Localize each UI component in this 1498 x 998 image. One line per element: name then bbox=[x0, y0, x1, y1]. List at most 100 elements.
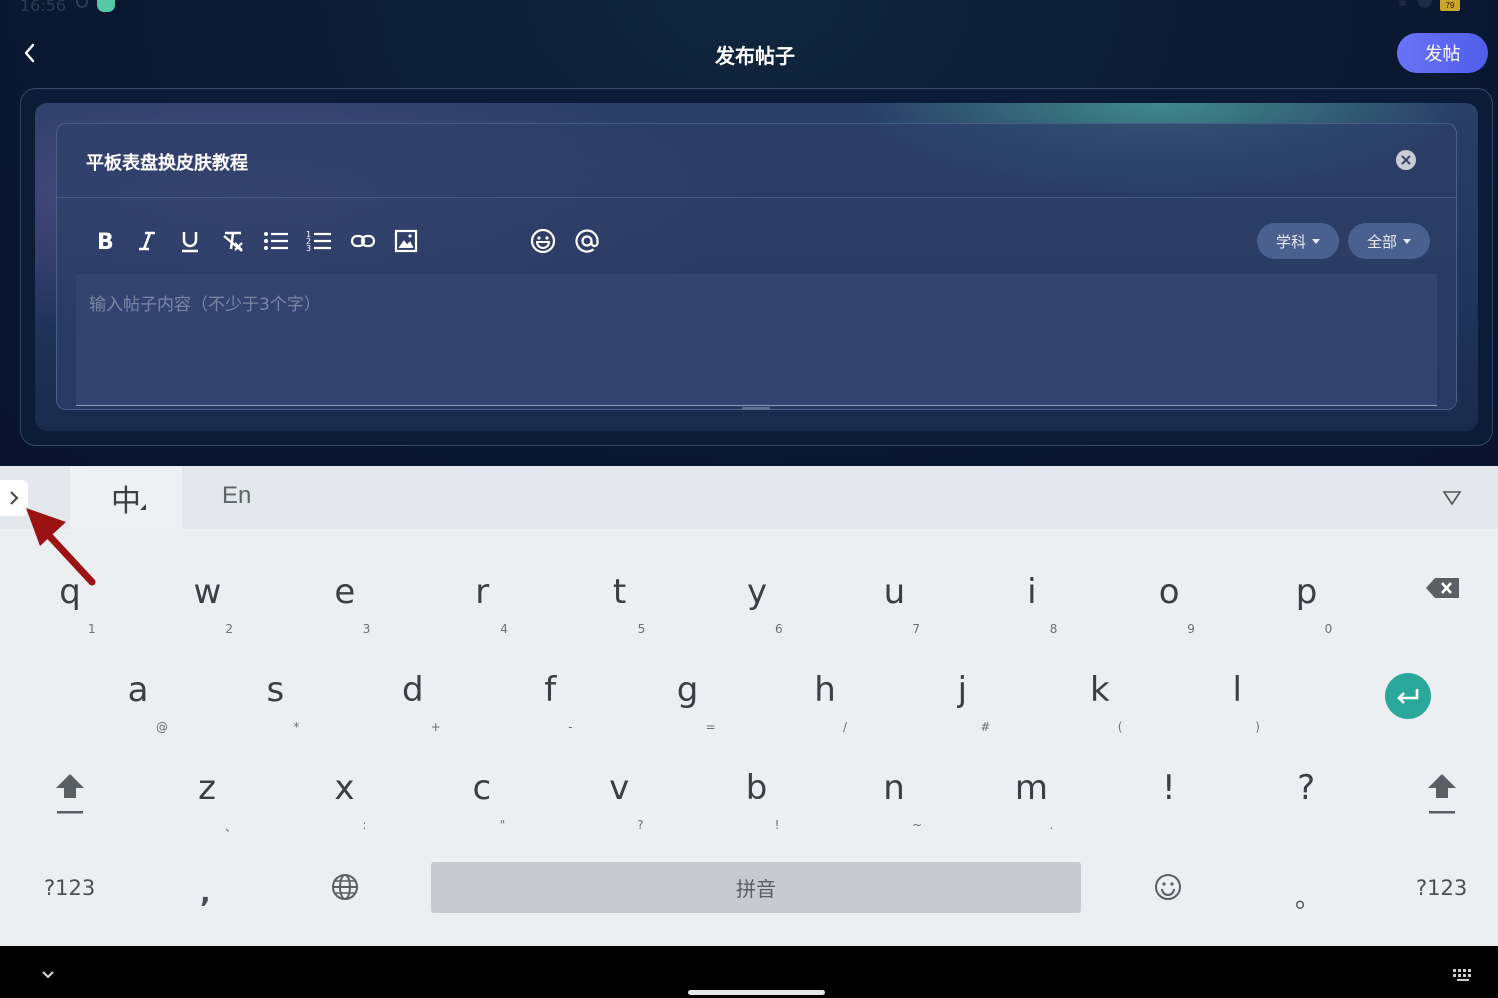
key-a[interactable]: a @ bbox=[98, 666, 178, 746]
key-f[interactable]: f- bbox=[510, 666, 590, 746]
key-b[interactable]: b! bbox=[717, 764, 797, 844]
key-h[interactable]: h / bbox=[785, 666, 865, 746]
resize-handle[interactable] bbox=[742, 407, 770, 410]
scope-dropdown-label: 全部 bbox=[1366, 232, 1397, 251]
shift-key-left[interactable] bbox=[50, 771, 90, 821]
bullet-list-button[interactable] bbox=[261, 226, 291, 256]
key-e[interactable]: e3 bbox=[305, 568, 385, 648]
key-secondary: 2 bbox=[225, 622, 234, 636]
key-t[interactable]: t5 bbox=[580, 568, 660, 648]
key-secondary: 6 bbox=[775, 622, 783, 636]
comma-key[interactable]: , bbox=[200, 876, 211, 909]
key-secondary: 8 bbox=[1049, 622, 1058, 636]
key-r[interactable]: r4 bbox=[442, 568, 522, 648]
app-screen: 16:56 ✱ 79 发布帖子 发帖 平板表盘换皮肤教程 B 1 2 3 学科 … bbox=[0, 0, 1498, 466]
wifi-icon bbox=[1418, 0, 1432, 8]
key-secondary: ( bbox=[1117, 720, 1123, 734]
key-letter: f bbox=[544, 670, 557, 710]
clear-format-button[interactable] bbox=[218, 226, 248, 256]
clear-title-button[interactable] bbox=[1396, 150, 1416, 170]
key-z[interactable]: z、 bbox=[167, 764, 247, 844]
key-u[interactable]: u7 bbox=[854, 568, 934, 648]
emoji-button[interactable] bbox=[528, 226, 558, 256]
symbols-key-right[interactable]: ?123 bbox=[1416, 876, 1467, 900]
key-question[interactable]: ? bbox=[1266, 764, 1346, 844]
key-d[interactable]: d + bbox=[373, 666, 453, 746]
content-placeholder: 输入帖子内容（不少于3个字） bbox=[89, 295, 321, 315]
key-s[interactable]: s * bbox=[235, 666, 315, 746]
key-y[interactable]: y6 bbox=[717, 568, 797, 648]
keyboard-expand-button[interactable] bbox=[0, 480, 28, 516]
home-indicator[interactable] bbox=[688, 990, 825, 995]
keyboard-icon bbox=[1453, 969, 1471, 981]
language-key[interactable] bbox=[330, 872, 360, 902]
mention-button[interactable] bbox=[572, 226, 602, 256]
key-v[interactable]: v? bbox=[579, 764, 659, 844]
scope-dropdown[interactable]: 全部 bbox=[1348, 223, 1430, 259]
key-letter: t bbox=[612, 572, 627, 612]
space-key[interactable]: 拼音 bbox=[431, 862, 1081, 913]
key-g[interactable]: g = bbox=[648, 666, 728, 746]
battery-icon: 79 bbox=[1440, 0, 1460, 11]
italic-icon bbox=[139, 231, 155, 251]
key-letter: z bbox=[198, 768, 216, 808]
key-secondary: / bbox=[843, 720, 848, 734]
key-secondary: ~ bbox=[912, 818, 923, 832]
navigation-bar bbox=[0, 946, 1498, 998]
key-j[interactable]: j # bbox=[922, 666, 1002, 746]
key-secondary: : bbox=[362, 818, 367, 832]
bluetooth-icon: ✱ bbox=[1398, 0, 1408, 10]
enter-key[interactable] bbox=[1385, 673, 1431, 719]
key-exclamation[interactable]: ! bbox=[1129, 764, 1209, 844]
chevron-down-icon bbox=[42, 971, 54, 979]
period-key[interactable]: 。 bbox=[1295, 878, 1321, 915]
insert-image-button[interactable] bbox=[391, 226, 421, 256]
key-letter: u bbox=[883, 572, 906, 612]
chinese-mode-button[interactable]: 中 bbox=[70, 466, 182, 529]
key-letter: o bbox=[1158, 572, 1180, 612]
key-n[interactable]: n ~ bbox=[854, 764, 934, 844]
key-p[interactable]: p0 bbox=[1267, 568, 1347, 648]
backspace-icon bbox=[1426, 578, 1459, 598]
italic-button[interactable] bbox=[132, 226, 162, 256]
key-letter: e bbox=[334, 572, 356, 612]
key-w[interactable]: w2 bbox=[167, 568, 247, 648]
svg-text:B: B bbox=[97, 230, 114, 253]
key-c[interactable]: c " bbox=[442, 764, 522, 844]
key-letter: x bbox=[334, 768, 355, 808]
underline-button[interactable] bbox=[175, 226, 205, 256]
nav-collapse-button[interactable] bbox=[40, 968, 56, 986]
key-l[interactable]: l) bbox=[1197, 666, 1277, 746]
shift-key-right[interactable] bbox=[1422, 771, 1462, 821]
key-letter: b bbox=[745, 768, 768, 808]
symbols-key-left[interactable]: ?123 bbox=[44, 876, 95, 900]
english-mode-button[interactable]: En bbox=[222, 482, 251, 510]
key-m[interactable]: m. bbox=[991, 764, 1071, 844]
subject-dropdown[interactable]: 学科 bbox=[1257, 223, 1339, 259]
key-i[interactable]: i8 bbox=[992, 568, 1072, 648]
key-secondary: ) bbox=[1255, 720, 1260, 734]
bold-button[interactable]: B bbox=[89, 226, 119, 256]
key-x[interactable]: x: bbox=[304, 764, 384, 844]
publish-button[interactable]: 发帖 bbox=[1397, 33, 1488, 73]
svg-text:3: 3 bbox=[306, 244, 311, 253]
key-letter: l bbox=[1232, 670, 1242, 710]
key-q[interactable]: q1 bbox=[30, 568, 110, 648]
keyboard-hide-button[interactable] bbox=[1442, 490, 1462, 511]
key-k[interactable]: k( bbox=[1060, 666, 1140, 746]
post-title-input[interactable]: 平板表盘换皮肤教程 bbox=[86, 149, 248, 175]
chinese-mode-label: 中 bbox=[111, 483, 141, 519]
key-o[interactable]: o9 bbox=[1129, 568, 1209, 648]
key-secondary: . bbox=[1049, 818, 1054, 832]
numbered-list-button[interactable]: 1 2 3 bbox=[304, 226, 334, 256]
key-secondary: 3 bbox=[362, 622, 371, 636]
emoji-key[interactable] bbox=[1154, 873, 1182, 901]
backspace-key[interactable] bbox=[1423, 574, 1463, 602]
link-button[interactable] bbox=[348, 226, 378, 256]
key-secondary: = bbox=[705, 720, 716, 734]
key-letter: y bbox=[746, 572, 768, 612]
keyboard-switch-button[interactable] bbox=[1452, 968, 1474, 987]
key-secondary: * bbox=[293, 720, 300, 734]
triangle-down-icon bbox=[1442, 491, 1462, 506]
image-icon bbox=[394, 229, 418, 253]
